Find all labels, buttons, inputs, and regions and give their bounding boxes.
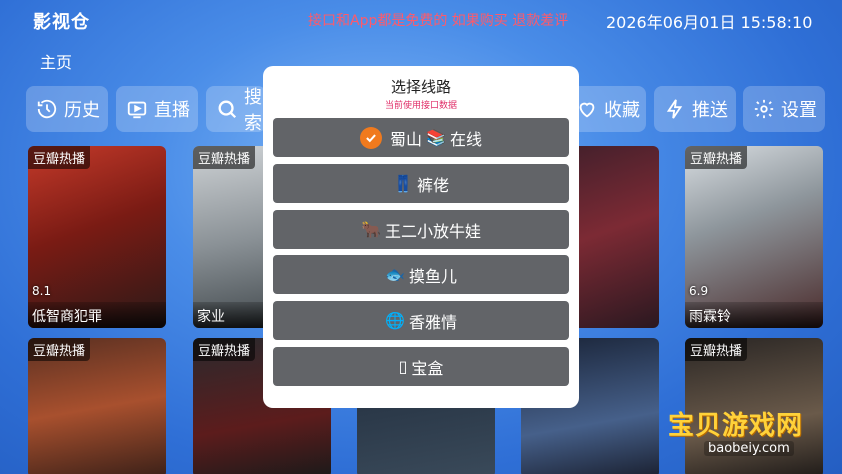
- poster-image: [28, 146, 166, 328]
- card-title: 雨霖铃: [685, 302, 823, 328]
- route-item[interactable]: 🐟 摸鱼儿: [273, 255, 569, 294]
- route-name: 在线: [449, 129, 482, 149]
- source-badge: 豆瓣热播: [28, 146, 91, 169]
- live-label: 直播: [154, 100, 190, 121]
- search-button[interactable]: 搜索: [206, 86, 266, 134]
- books-icon: 📚: [426, 128, 446, 147]
- route-item[interactable]: 蜀山 📚 在线: [273, 118, 569, 157]
- route-name: 王二小放牛娃: [384, 221, 481, 241]
- watermark-url: baobeiy.com: [704, 441, 794, 456]
- route-name: 宝盒: [411, 358, 444, 378]
- source-badge: 豆瓣热播: [685, 338, 748, 361]
- tv-icon: [127, 101, 147, 119]
- poster-image: [685, 146, 823, 328]
- fish-icon: 🐟: [385, 265, 405, 284]
- route-name-prefix: 蜀山: [390, 129, 423, 149]
- card-title: 低智商犯罪: [28, 302, 166, 328]
- ox-icon: 🐂: [361, 220, 381, 239]
- app-title: 影视仓: [33, 12, 90, 33]
- watermark: 宝贝游戏网 baobeiy.com: [664, 403, 814, 469]
- video-card[interactable]: 豆瓣热播 8.1 低智商犯罪: [28, 146, 166, 328]
- push-label: 推送: [692, 100, 728, 121]
- settings-label: 设置: [781, 100, 817, 121]
- route-item[interactable]: 🌐 香雅情: [273, 301, 569, 340]
- route-item[interactable]: 🐂 王二小放牛娃: [273, 210, 569, 249]
- watermark-text: 宝贝游戏网: [668, 411, 804, 441]
- gear-icon: [754, 99, 774, 119]
- top-bar: 影视仓 接口和App都是免费的 如果购买 退款差评 2026年06月01日 15…: [0, 0, 842, 40]
- source-badge: 豆瓣热播: [193, 338, 256, 361]
- route-name: 裤佬: [416, 175, 449, 195]
- rating: 6.9: [689, 284, 709, 298]
- clock: 2026年06月01日 15:58:10: [606, 13, 813, 32]
- source-badge: 豆瓣热播: [28, 338, 91, 361]
- route-item[interactable]: ▯ 宝盒: [273, 347, 569, 386]
- push-button[interactable]: 推送: [654, 86, 736, 132]
- notice-text: 接口和App都是免费的 如果购买 退款差评: [308, 13, 569, 29]
- history-label: 历史: [64, 100, 100, 121]
- heart-icon: [579, 102, 595, 118]
- source-badge: 豆瓣热播: [193, 146, 256, 169]
- globe-icon: 🌐: [385, 311, 405, 330]
- check-icon: [360, 126, 383, 149]
- rating: 8.1: [32, 284, 52, 298]
- jeans-icon: 👖: [393, 174, 413, 193]
- settings-button[interactable]: 设置: [743, 86, 825, 132]
- favorites-label: 收藏: [604, 100, 640, 121]
- history-icon: [37, 99, 57, 119]
- route-name: 香雅情: [408, 312, 457, 332]
- source-badge: 豆瓣热播: [685, 146, 748, 169]
- history-button[interactable]: 历史: [26, 86, 108, 132]
- video-card[interactable]: 豆瓣热播 6.9 雨霖铃: [685, 146, 823, 328]
- route-name: 摸鱼儿: [408, 266, 457, 286]
- video-card[interactable]: 豆瓣热播: [28, 338, 166, 474]
- search-icon: [218, 100, 237, 119]
- lightning-icon: [666, 99, 683, 119]
- dialog-title: 选择线路: [390, 78, 451, 96]
- dialog-subtitle: 当前使用接口数据: [384, 101, 457, 111]
- route-select-dialog: 选择线路 当前使用接口数据 蜀山 📚 在线 👖 裤佬 🐂 王二小放牛娃 🐟 摸鱼儿 🌐 香雅…: [263, 66, 579, 408]
- box-icon: ▯: [398, 357, 408, 376]
- route-item[interactable]: 👖 裤佬: [273, 164, 569, 203]
- live-button[interactable]: 直播: [116, 86, 198, 132]
- home-tab[interactable]: 主页: [40, 49, 72, 73]
